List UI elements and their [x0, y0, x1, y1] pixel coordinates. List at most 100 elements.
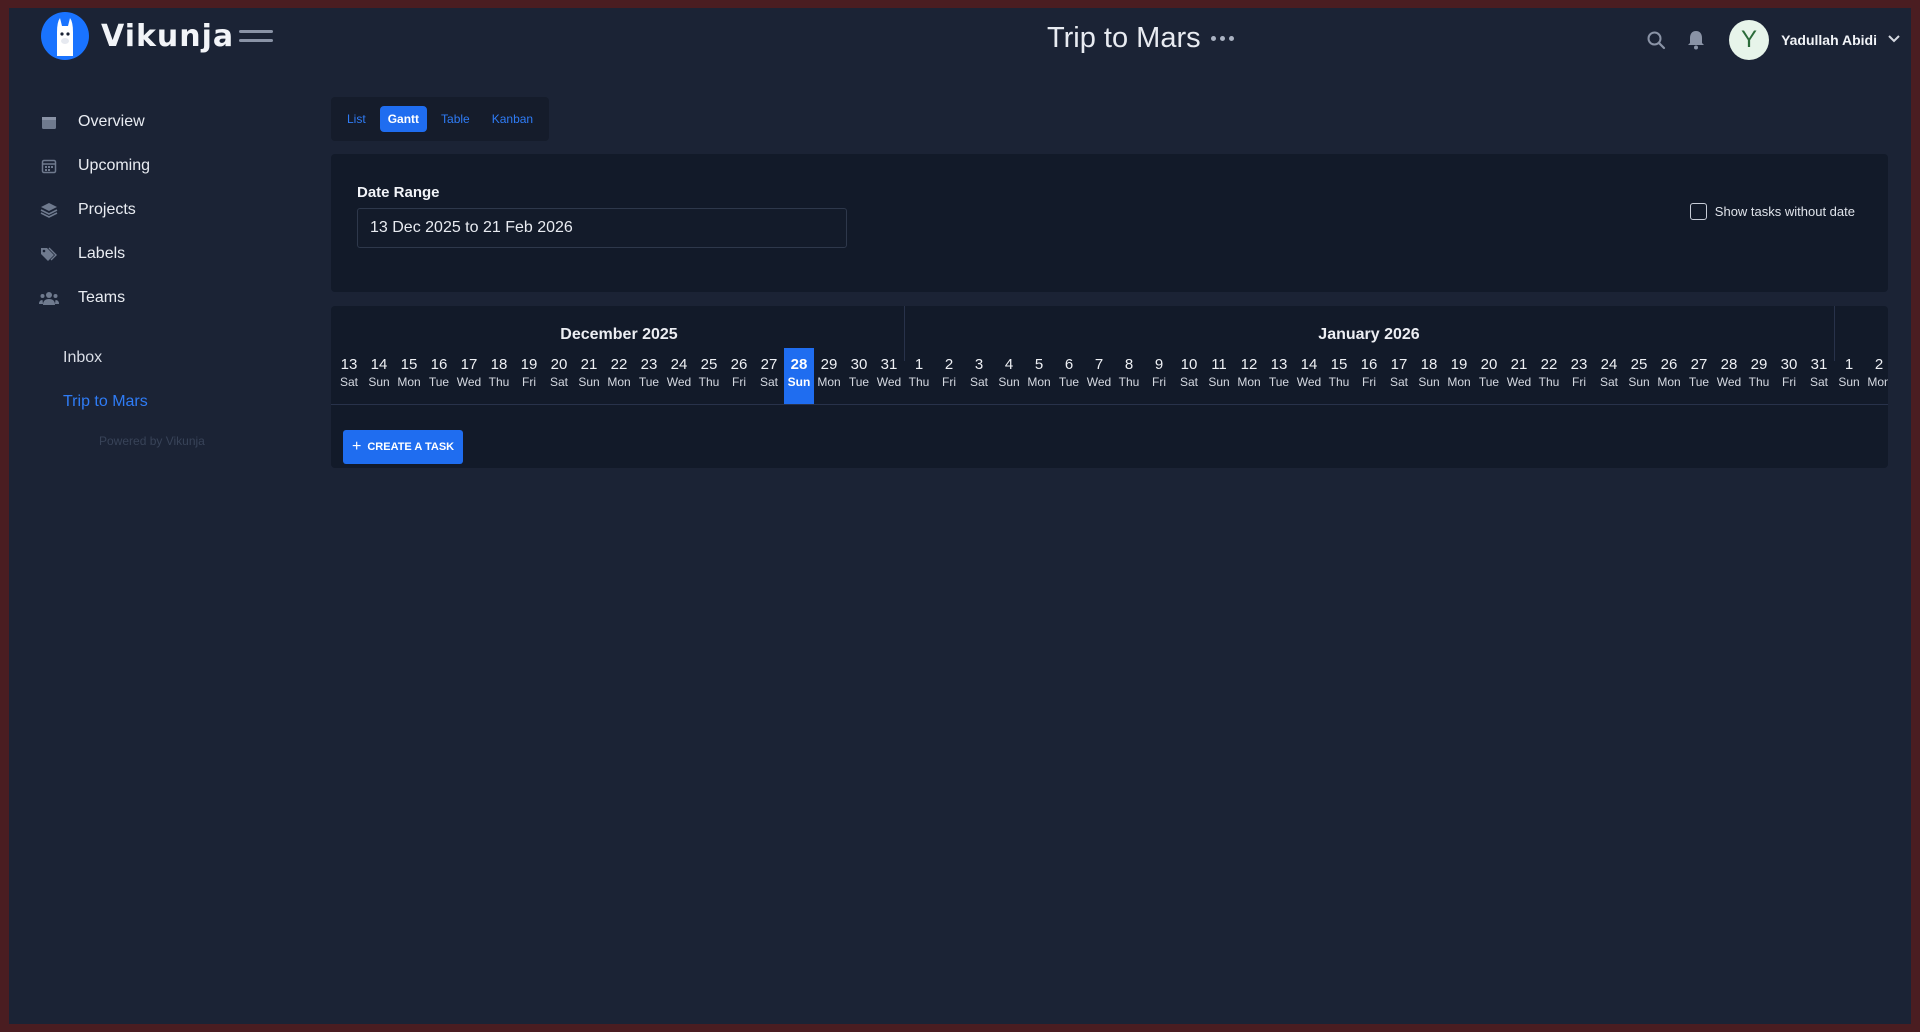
day-number: 1: [1844, 356, 1854, 373]
llama-logo-icon: [41, 12, 89, 60]
day-number: 31: [880, 356, 898, 373]
gantt-day: 29 Thu: [1744, 348, 1774, 404]
gantt-day: 9 Fri: [1144, 348, 1174, 404]
gantt-day: 24 Sat: [1594, 348, 1624, 404]
sidebar-item-label: Upcoming: [78, 157, 151, 174]
day-number: 18: [490, 356, 508, 373]
project-item-trip-to-mars[interactable]: Trip to Mars: [63, 380, 299, 424]
weekday-label: Tue: [1058, 375, 1080, 389]
bell-icon[interactable]: [1683, 27, 1709, 53]
day-number: 21: [1510, 356, 1528, 373]
app-logo[interactable]: Vikunja: [41, 12, 234, 60]
weekday-label: Fri: [1782, 375, 1796, 389]
weekday-label: Mon: [1237, 375, 1261, 389]
weekday-label: Sun: [1208, 375, 1230, 389]
weekday-label: Fri: [1152, 375, 1166, 389]
tab-table[interactable]: Table: [433, 106, 478, 132]
weekday-label: Fri: [522, 375, 536, 389]
day-number: 25: [1630, 356, 1648, 373]
create-task-button[interactable]: + CREATE A TASK: [343, 430, 464, 464]
day-number: 13: [340, 356, 358, 373]
weekday-label: Mon: [1447, 375, 1471, 389]
user-name[interactable]: Yadullah Abidi: [1781, 32, 1877, 48]
sidebar: Overview Upcoming Projects Labels Teams: [39, 100, 299, 448]
gantt-day: 30 Tue: [844, 348, 874, 404]
day-number: 17: [1390, 356, 1408, 373]
day-number: 4: [1004, 356, 1014, 373]
day-number: 23: [1570, 356, 1588, 373]
weekday-label: Tue: [638, 375, 660, 389]
checkbox[interactable]: [1689, 203, 1707, 220]
sidebar-item-teams[interactable]: Teams: [39, 276, 299, 320]
powered-by-link[interactable]: Powered by Vikunja: [39, 434, 299, 448]
gantt-day: 15 Mon: [394, 348, 424, 404]
weekday-label: Sat: [1809, 375, 1828, 389]
calendar-icon: [39, 112, 59, 132]
day-number: 1: [914, 356, 924, 373]
search-icon[interactable]: [1643, 27, 1669, 53]
weekday-label: Tue: [1688, 375, 1710, 389]
date-range-input[interactable]: 13 Dec 2025 to 21 Feb 2026: [357, 208, 847, 248]
sidebar-item-label: Projects: [78, 201, 136, 218]
day-number: 6: [1064, 356, 1074, 373]
gantt-day: 16 Tue: [424, 348, 454, 404]
sidebar-item-label: Labels: [78, 245, 126, 262]
weekday-label: Sun: [578, 375, 600, 389]
day-number: 18: [1420, 356, 1438, 373]
sidebar-item-overview[interactable]: Overview: [39, 100, 299, 144]
gantt-filter-card: Date Range 13 Dec 2025 to 21 Feb 2026 Sh…: [331, 154, 1888, 292]
chevron-down-icon[interactable]: [1887, 31, 1901, 49]
weekday-label: Thu: [1328, 375, 1350, 389]
sidebar-item-labels[interactable]: Labels: [39, 232, 299, 276]
day-number: 15: [400, 356, 418, 373]
plus-icon: +: [352, 438, 362, 455]
sidebar-item-projects[interactable]: Projects: [39, 188, 299, 232]
tab-list[interactable]: List: [339, 106, 374, 132]
gantt-day: 15 Thu: [1324, 348, 1354, 404]
more-options-icon[interactable]: [1210, 36, 1234, 41]
gantt-day: 23 Tue: [634, 348, 664, 404]
tab-gantt[interactable]: Gantt: [379, 106, 428, 132]
weekday-label: Mon: [817, 375, 841, 389]
gantt-day: 6 Tue: [1054, 348, 1084, 404]
weekday-label: Thu: [1118, 375, 1140, 389]
weekday-label: Wed: [1296, 375, 1322, 389]
menu-toggle-icon[interactable]: [239, 30, 273, 50]
gantt-day: 13 Sat: [334, 348, 364, 404]
gantt-day: 4 Sun: [994, 348, 1024, 404]
day-number: 2: [944, 356, 954, 373]
weekday-label: Thu: [1538, 375, 1560, 389]
gantt-day: 29 Mon: [814, 348, 844, 404]
users-icon: [39, 288, 59, 308]
page-title: Trip to Mars: [1047, 22, 1201, 54]
weekday-label: Sun: [787, 375, 811, 389]
gantt-day: 11 Sun: [1204, 348, 1234, 404]
gantt-day: 20 Sat: [544, 348, 574, 404]
gantt-day: 2 Mon: [1864, 348, 1888, 404]
show-tasks-without-date-toggle[interactable]: Show tasks without date: [1689, 203, 1855, 220]
weekday-label: Wed: [876, 375, 902, 389]
gantt-day: 7 Wed: [1084, 348, 1114, 404]
gantt-day: 21 Wed: [1504, 348, 1534, 404]
day-number: 7: [1094, 356, 1104, 373]
gantt-day-today: 28 Sun: [784, 348, 814, 404]
weekday-label: Sun: [1418, 375, 1440, 389]
gantt-day: 19 Mon: [1444, 348, 1474, 404]
day-number: 20: [550, 356, 568, 373]
day-number: 28: [1720, 356, 1738, 373]
project-item-inbox[interactable]: Inbox: [63, 336, 299, 380]
day-number: 28: [790, 356, 808, 373]
gantt-day: 2 Fri: [934, 348, 964, 404]
avatar[interactable]: Y: [1729, 20, 1770, 60]
weekday-label: Tue: [428, 375, 450, 389]
day-number: 3: [974, 356, 984, 373]
day-number: 16: [1360, 356, 1378, 373]
weekday-label: Sun: [1838, 375, 1860, 389]
weekday-label: Sat: [549, 375, 568, 389]
gantt-day: 14 Wed: [1294, 348, 1324, 404]
gantt-day: 1 Thu: [904, 348, 934, 404]
sidebar-item-upcoming[interactable]: Upcoming: [39, 144, 299, 188]
gantt-day: 28 Wed: [1714, 348, 1744, 404]
app-name: Vikunja: [101, 18, 235, 54]
tab-kanban[interactable]: Kanban: [484, 106, 541, 132]
